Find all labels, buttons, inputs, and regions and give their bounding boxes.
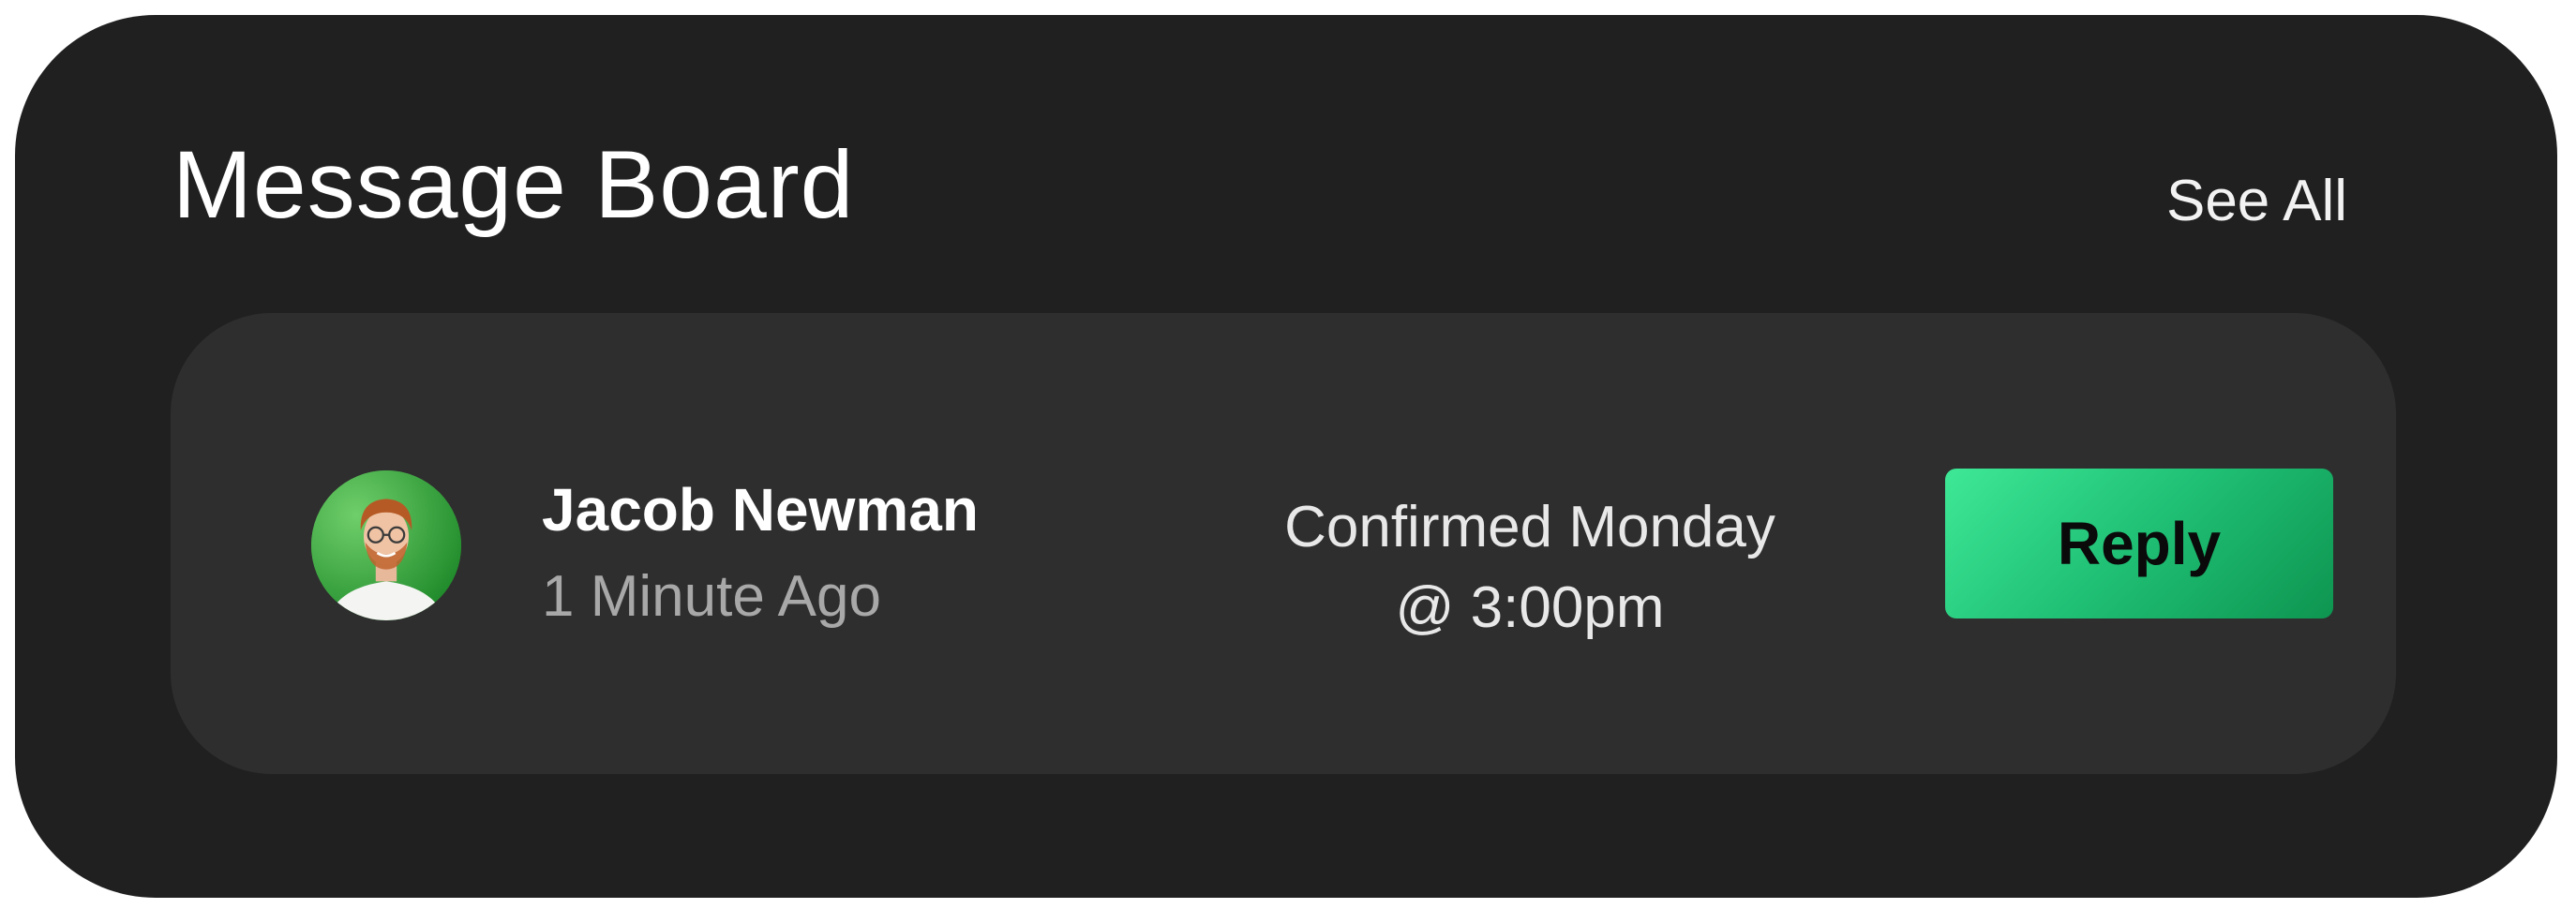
message-item: Jacob Newman 1 Minute Ago Confirmed Mond… (171, 313, 2396, 774)
page-title: Message Board (172, 131, 855, 238)
reply-button[interactable]: Reply (1945, 469, 2333, 618)
message-text: Confirmed Monday @ 3:00pm (1164, 487, 1895, 648)
message-board-card: Message Board See All Jacob Newman 1 Min… (15, 15, 2557, 898)
message-text-line-2: @ 3:00pm (1395, 575, 1665, 640)
see-all-link[interactable]: See All (2166, 172, 2347, 231)
user-avatar-icon (311, 470, 461, 620)
author-name: Jacob Newman (542, 476, 979, 544)
avatar[interactable] (311, 470, 461, 620)
message-text-line-1: Confirmed Monday (1284, 495, 1775, 559)
message-timestamp: 1 Minute Ago (542, 564, 881, 629)
